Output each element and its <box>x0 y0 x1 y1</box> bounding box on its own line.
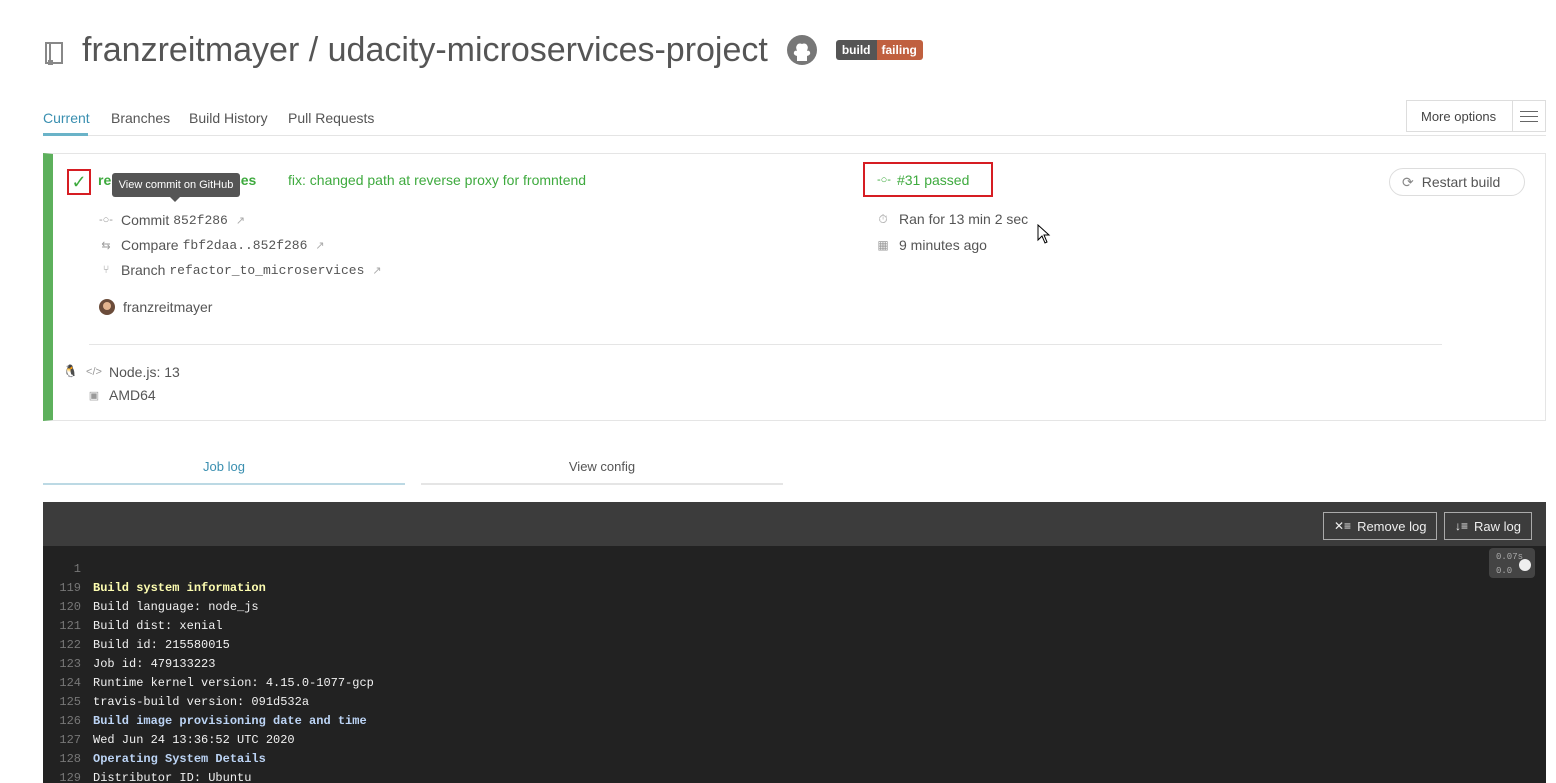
repo-tabs: Current Branches Build History Pull Requ… <box>43 100 1546 136</box>
log-line[interactable]: 125 travis-build version: 091d532a <box>43 695 309 714</box>
avatar <box>99 299 115 315</box>
tab-view-config[interactable]: View config <box>421 450 783 485</box>
divider <box>89 344 1442 345</box>
remove-log-button[interactable]: ✕≡ Remove log <box>1323 512 1438 540</box>
author-name: franzreitmayer <box>123 299 213 315</box>
branch-label: Branch <box>121 262 166 278</box>
build-number: #31 passed <box>896 171 970 188</box>
finished-row: ▦ 9 minutes ago <box>875 237 987 253</box>
stopwatch-icon: ⏱ <box>878 211 888 226</box>
compare-range: fbf2daa..852f286 <box>182 237 308 253</box>
duration-row: ⏱ Ran for 13 min 2 sec <box>875 211 1028 227</box>
log-line[interactable]: 120 Build language: node_js <box>43 600 258 619</box>
log-line[interactable]: 119 Build system information <box>43 581 265 600</box>
compare-icon: ⇆ <box>101 239 111 252</box>
active-tab-indicator <box>43 133 88 136</box>
github-icon[interactable] <box>786 34 818 66</box>
badge-status: failing <box>876 40 923 60</box>
language-row: </> Node.js: 13 <box>86 364 180 380</box>
passed-check-icon[interactable]: ✓ <box>67 169 91 195</box>
raw-log-icon: ↓≡ <box>1455 519 1469 533</box>
branch-row[interactable]: ⑂ Branch refactor_to_microservices ↗ <box>99 262 382 278</box>
branch-icon: ⑂ <box>102 264 110 276</box>
tab-branches[interactable]: Branches <box>111 110 170 126</box>
scroll-handle[interactable] <box>1519 559 1531 571</box>
commit-icon: -○- <box>877 173 891 186</box>
commit-row[interactable]: -○- Commit 852f286 ↗ <box>99 212 245 228</box>
tab-build-history[interactable]: Build History <box>189 110 268 126</box>
log-line[interactable]: 1 <box>43 562 93 581</box>
restart-build-button[interactable]: ⟳ Restart build <box>1389 168 1525 196</box>
language-text: Node.js: 13 <box>109 364 180 380</box>
log-line[interactable]: 124 Runtime kernel version: 4.15.0-1077-g… <box>43 676 373 695</box>
badge-label: build <box>835 40 877 60</box>
mouse-cursor-icon <box>1037 224 1051 244</box>
author-row[interactable]: franzreitmayer <box>99 299 212 315</box>
log-line[interactable]: 123 Job id: 479133223 <box>43 657 215 676</box>
tab-pull-requests[interactable]: Pull Requests <box>288 110 374 126</box>
finished-text: 9 minutes ago <box>899 237 987 253</box>
compare-label: Compare <box>121 237 179 253</box>
tab-job-log[interactable]: Job log <box>43 450 405 485</box>
code-icon: </> <box>86 366 102 378</box>
remove-icon: ✕≡ <box>1334 519 1352 533</box>
more-options-label: More options <box>1421 108 1497 124</box>
repo-icon <box>45 42 63 65</box>
more-options-button[interactable]: More options <box>1406 100 1546 132</box>
build-summary-card: ✓ revices fix: changed path at reverse p… <box>43 153 1546 421</box>
duration-text: Ran for 13 min 2 sec <box>899 211 1029 227</box>
repo-title[interactable]: franzreitmayer / udacity-microservices-p… <box>82 31 768 70</box>
commit-sha: 852f286 <box>173 212 228 228</box>
build-status-badge[interactable]: build failing <box>835 40 923 60</box>
log-line[interactable]: 128 Operating System Details <box>43 752 265 771</box>
external-link-icon: ↗ <box>372 264 382 277</box>
external-link-icon: ↗ <box>235 214 246 227</box>
log-output[interactable]: 1 119 Build system information 120 Build l… <box>43 546 1546 783</box>
log-line[interactable]: 122 Build id: 215580015 <box>43 638 229 657</box>
tooltip: View commit on GitHub <box>112 173 240 202</box>
restart-icon: ⟳ <box>1402 173 1414 190</box>
tab-current[interactable]: Current <box>43 110 90 126</box>
commit-icon: -○- <box>99 214 113 226</box>
menu-icon[interactable] <box>1511 101 1545 131</box>
linux-icon: 🐧 <box>63 364 78 378</box>
compare-row[interactable]: ⇆ Compare fbf2daa..852f286 ↗ <box>99 237 325 253</box>
log-line[interactable]: 127 Wed Jun 24 13:36:52 UTC 2020 <box>43 733 294 752</box>
repo-header: franzreitmayer / udacity-microservices-p… <box>42 28 923 72</box>
commit-message[interactable]: fix: changed path at reverse proxy for f… <box>288 172 586 188</box>
log-line[interactable]: 129 Distributor ID: Ubuntu <box>43 771 251 783</box>
external-link-icon: ↗ <box>315 239 325 252</box>
build-number-link[interactable]: -○- #31 passed <box>863 162 993 197</box>
raw-log-button[interactable]: ↓≡ Raw log <box>1444 512 1532 540</box>
log-line[interactable]: 126 Build image provisioning date and tim… <box>43 714 366 733</box>
raw-log-label: Raw log <box>1474 518 1521 534</box>
calendar-icon: ▦ <box>877 238 889 252</box>
log-toolbar: ✕≡ Remove log ↓≡ Raw log <box>43 502 1546 546</box>
branch-value: refactor_to_microservices <box>169 262 365 278</box>
log-line[interactable]: 121 Build dist: xenial <box>43 619 222 638</box>
arch-text: AMD64 <box>109 387 156 403</box>
arch-row: ▣ AMD64 <box>87 387 156 403</box>
commit-label: Commit <box>121 212 170 228</box>
restart-label: Restart build <box>1421 174 1501 190</box>
remove-log-label: Remove log <box>1357 518 1427 534</box>
cpu-icon: ▣ <box>88 389 100 402</box>
